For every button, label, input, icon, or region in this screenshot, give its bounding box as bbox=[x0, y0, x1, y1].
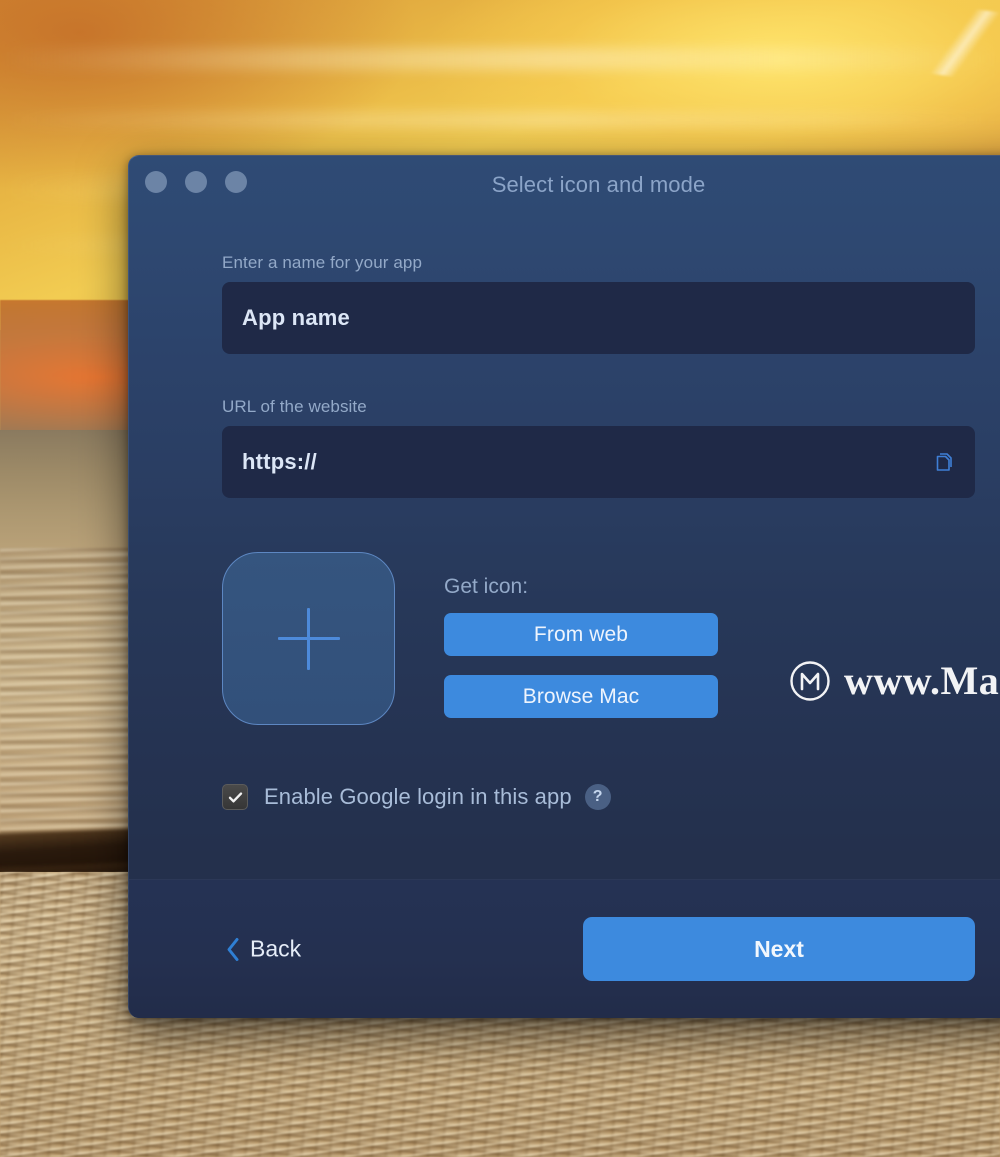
google-login-checkbox[interactable] bbox=[222, 784, 248, 810]
get-icon-column: Get icon: From web Browse Mac bbox=[444, 552, 718, 737]
checkmark-icon bbox=[228, 791, 242, 802]
desktop-background: Select icon and mode Enter a name for yo… bbox=[0, 0, 1000, 1157]
icon-dropzone-add-button[interactable] bbox=[222, 552, 395, 725]
url-label: URL of the website bbox=[222, 397, 367, 416]
dialog-body: Enter a name for your app App name URL o… bbox=[129, 253, 1000, 810]
browse-mac-button[interactable]: Browse Mac bbox=[444, 675, 718, 718]
app-name-value: App name bbox=[242, 305, 350, 330]
google-login-row: Enable Google login in this app ? bbox=[222, 784, 975, 810]
get-icon-label: Get icon: bbox=[444, 575, 529, 598]
plus-icon bbox=[277, 607, 340, 670]
app-name-input[interactable]: App name bbox=[222, 282, 975, 354]
background-cloud-band bbox=[0, 112, 1000, 128]
help-icon[interactable]: ? bbox=[584, 784, 611, 810]
url-value: https:// bbox=[242, 449, 317, 474]
icon-chooser-row: Get icon: From web Browse Mac bbox=[222, 552, 975, 737]
chevron-left-icon bbox=[227, 937, 239, 961]
app-name-label: Enter a name for your app bbox=[222, 253, 423, 272]
app-setup-dialog: Select icon and mode Enter a name for yo… bbox=[128, 155, 1000, 1018]
dialog-footer: Back Next bbox=[129, 879, 1000, 1018]
background-cloud-band bbox=[0, 48, 1000, 70]
back-label: Back bbox=[250, 935, 302, 962]
copy-documents-icon[interactable] bbox=[931, 449, 957, 475]
next-button[interactable]: Next bbox=[583, 917, 975, 981]
window-titlebar: Select icon and mode bbox=[129, 156, 1000, 210]
window-title: Select icon and mode bbox=[491, 172, 706, 197]
url-input[interactable]: https:// bbox=[222, 426, 975, 498]
google-login-label: Enable Google login in this app bbox=[264, 784, 572, 809]
back-button[interactable]: Back bbox=[225, 936, 301, 963]
from-web-button[interactable]: From web bbox=[444, 613, 718, 656]
